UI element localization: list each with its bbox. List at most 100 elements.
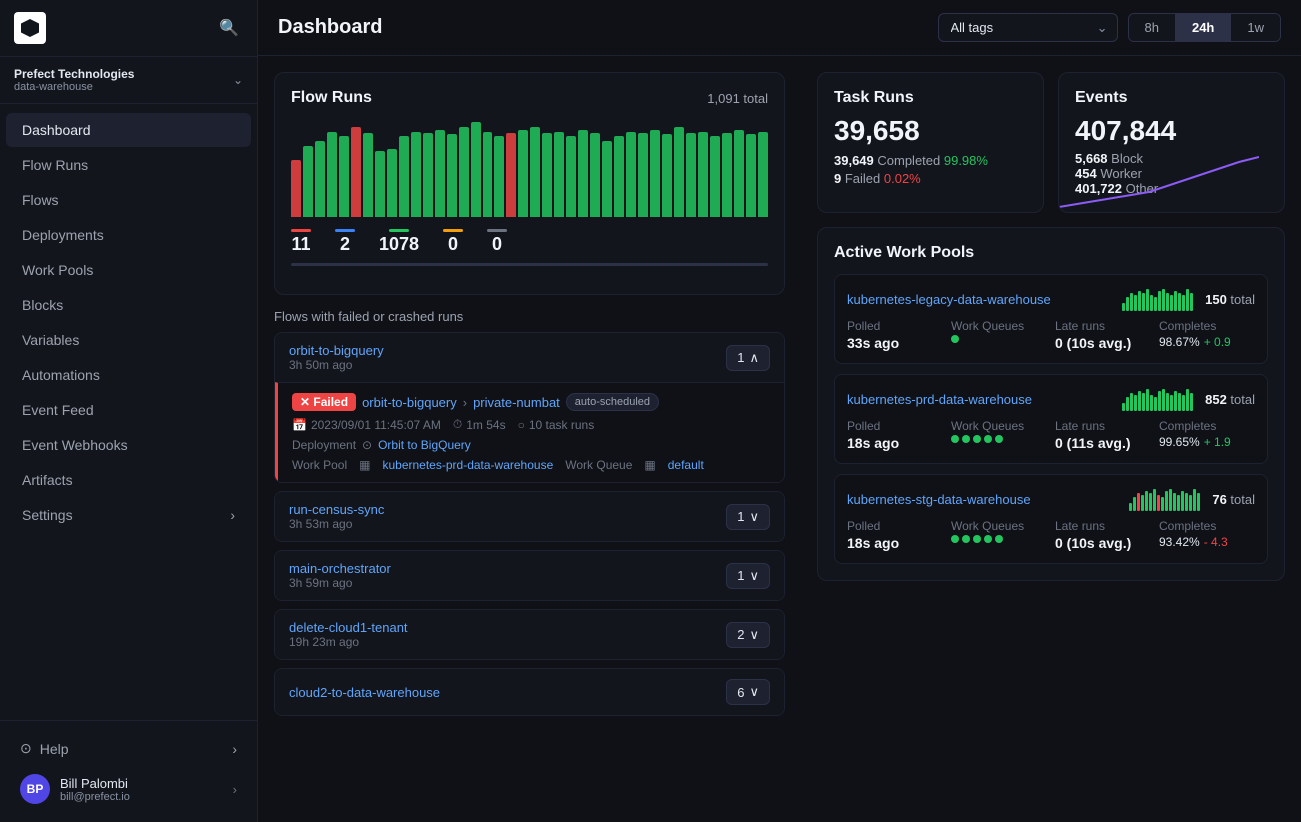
chart-bar bbox=[375, 151, 385, 218]
wp-bar bbox=[1182, 395, 1185, 411]
main-content: Dashboard All tags 8h 24h 1w Flow Runs 1… bbox=[258, 0, 1301, 822]
flow-count-button[interactable]: 1 ∨ bbox=[726, 563, 770, 589]
work-pool-header: kubernetes-legacy-data-warehouse 150 tot… bbox=[847, 287, 1255, 311]
flow-count-button[interactable]: 1 ∧ bbox=[726, 345, 770, 371]
sidebar-header: 🔍 bbox=[0, 0, 257, 57]
flow-name-link[interactable]: cloud2-to-data-warehouse bbox=[289, 685, 440, 700]
chart-bar bbox=[339, 136, 349, 217]
nav-items: Dashboard Flow Runs Flows Deployments Wo… bbox=[0, 104, 257, 720]
queue-dot bbox=[984, 435, 992, 443]
work-pools-title: Active Work Pools bbox=[834, 244, 1268, 262]
flow-count-button[interactable]: 2 ∨ bbox=[726, 622, 770, 648]
sidebar-item-flow-runs[interactable]: Flow Runs bbox=[6, 148, 251, 182]
wp-bar bbox=[1153, 489, 1156, 511]
late-runs-value: 0 (10s avg.) bbox=[1055, 535, 1151, 551]
queue-dot bbox=[973, 535, 981, 543]
failed-flows-section: Flows with failed or crashed runs orbit-… bbox=[274, 309, 785, 724]
sidebar-item-automations[interactable]: Automations bbox=[6, 358, 251, 392]
stat-running-value: 2 bbox=[340, 234, 350, 255]
work-pool-header: kubernetes-prd-data-warehouse 852 total bbox=[847, 387, 1255, 411]
chart-bar bbox=[650, 130, 660, 217]
sidebar-item-artifacts[interactable]: Artifacts bbox=[6, 463, 251, 497]
work-queues-label: Work Queues bbox=[951, 319, 1047, 333]
wp-bar bbox=[1130, 393, 1133, 411]
flow-name-link[interactable]: run-census-sync bbox=[289, 502, 384, 517]
failed-indicator bbox=[291, 229, 311, 232]
chart-bar bbox=[363, 133, 373, 217]
work-pools-card: Active Work Pools kubernetes-legacy-data… bbox=[817, 227, 1285, 581]
flow-name-link[interactable]: delete-cloud1-tenant bbox=[289, 620, 408, 635]
logo bbox=[14, 12, 46, 44]
chart-bar bbox=[686, 133, 696, 217]
failed-badge: ✕ Failed bbox=[292, 393, 356, 411]
dashboard-content: Flow Runs 1,091 total 11 2 bbox=[258, 56, 1301, 822]
wp-bar bbox=[1173, 493, 1176, 511]
completes-delta: + 1.9 bbox=[1204, 435, 1231, 449]
work-pool-stats: Polled 33s ago Work Queues Late runs 0 (… bbox=[847, 319, 1255, 351]
events-title: Events bbox=[1075, 89, 1268, 107]
late-runs-label: Late runs bbox=[1055, 319, 1151, 333]
time-btn-1w[interactable]: 1w bbox=[1231, 14, 1280, 41]
stat-failed-value: 11 bbox=[291, 234, 310, 255]
pending-indicator bbox=[443, 229, 463, 232]
events-card: Events 407,844 5,668 Block 454 Worker 40… bbox=[1058, 72, 1285, 213]
flow-run-link[interactable]: orbit-to-bigquery bbox=[362, 395, 457, 410]
wp-bar bbox=[1197, 493, 1200, 511]
sidebar-item-blocks[interactable]: Blocks bbox=[6, 288, 251, 322]
wp-bar bbox=[1158, 391, 1161, 411]
flow-name-link[interactable]: orbit-to-bigquery bbox=[289, 343, 384, 358]
work-pool-name-link[interactable]: kubernetes-legacy-data-warehouse bbox=[847, 292, 1051, 307]
help-item[interactable]: ⊙ Help › bbox=[6, 732, 251, 765]
flow-list-item: orbit-to-bigquery 3h 50m ago 1 ∧ ✕ Faile… bbox=[274, 332, 785, 483]
search-button[interactable]: 🔍 bbox=[215, 14, 243, 42]
flow-name-link[interactable]: main-orchestrator bbox=[289, 561, 391, 576]
help-label: Help bbox=[40, 741, 69, 757]
tags-select[interactable]: All tags bbox=[938, 13, 1118, 42]
deployment-row: Deployment ⊙ Orbit to BigQuery bbox=[292, 438, 770, 452]
wp-bar bbox=[1141, 495, 1144, 511]
work-pool-name-link[interactable]: kubernetes-stg-data-warehouse bbox=[847, 492, 1031, 507]
work-pool-stats: Polled 18s ago Work Queues bbox=[847, 419, 1255, 451]
time-btn-24h[interactable]: 24h bbox=[1176, 14, 1231, 41]
polled-value: 18s ago bbox=[847, 435, 943, 451]
flow-count-button[interactable]: 6 ∨ bbox=[726, 679, 770, 705]
sidebar: 🔍 Prefect Technologies data-warehouse ⌄ … bbox=[0, 0, 258, 822]
chart-bar bbox=[518, 130, 528, 217]
chart-bar bbox=[602, 141, 612, 217]
wp-bar bbox=[1185, 493, 1188, 511]
wp-bar bbox=[1138, 391, 1141, 411]
flow-count-button[interactable]: 1 ∨ bbox=[726, 504, 770, 530]
completes-value: 99.65% + 1.9 bbox=[1159, 435, 1255, 449]
chevron-down-icon: ∨ bbox=[749, 509, 759, 525]
stat-cancelled-value: 0 bbox=[492, 234, 502, 255]
wp-bar bbox=[1130, 293, 1133, 311]
user-item[interactable]: BP Bill Palombi bill@prefect.io › bbox=[6, 766, 251, 812]
work-pool-name-link[interactable]: kubernetes-prd-data-warehouse bbox=[847, 392, 1032, 407]
flow-runs-stats: 11 2 1078 0 bbox=[291, 229, 768, 255]
sidebar-item-event-webhooks[interactable]: Event Webhooks bbox=[6, 428, 251, 462]
wp-bar bbox=[1162, 289, 1165, 311]
wp-bar bbox=[1142, 293, 1145, 311]
sidebar-item-deployments[interactable]: Deployments bbox=[6, 218, 251, 252]
sidebar-item-variables[interactable]: Variables bbox=[6, 323, 251, 357]
workpool-link[interactable]: kubernetes-prd-data-warehouse bbox=[382, 458, 553, 472]
top-bar: Dashboard All tags 8h 24h 1w bbox=[258, 0, 1301, 56]
sidebar-item-settings[interactable]: Settings › bbox=[6, 498, 251, 532]
sidebar-item-flows[interactable]: Flows bbox=[6, 183, 251, 217]
sidebar-item-event-feed[interactable]: Event Feed bbox=[6, 393, 251, 427]
workspace-selector[interactable]: Prefect Technologies data-warehouse ⌄ bbox=[0, 57, 257, 104]
queue-dot bbox=[995, 435, 1003, 443]
sidebar-item-dashboard[interactable]: Dashboard bbox=[6, 113, 251, 147]
wp-bar bbox=[1157, 495, 1160, 511]
completes-label: Completes bbox=[1159, 519, 1255, 533]
queue-link[interactable]: default bbox=[668, 458, 704, 472]
time-btn-8h[interactable]: 8h bbox=[1129, 14, 1176, 41]
flow-item-header: main-orchestrator 3h 59m ago 1 ∨ bbox=[275, 551, 784, 600]
run-name-link[interactable]: private-numbat bbox=[473, 395, 560, 410]
sidebar-item-work-pools[interactable]: Work Pools bbox=[6, 253, 251, 287]
task-runs-total: 39,658 bbox=[834, 115, 1027, 147]
wp-bar bbox=[1186, 289, 1189, 311]
deployment-link[interactable]: Orbit to BigQuery bbox=[378, 438, 471, 452]
work-pool-item: kubernetes-stg-data-warehouse 76 total P… bbox=[834, 474, 1268, 564]
flow-item-header: orbit-to-bigquery 3h 50m ago 1 ∧ bbox=[275, 333, 784, 382]
